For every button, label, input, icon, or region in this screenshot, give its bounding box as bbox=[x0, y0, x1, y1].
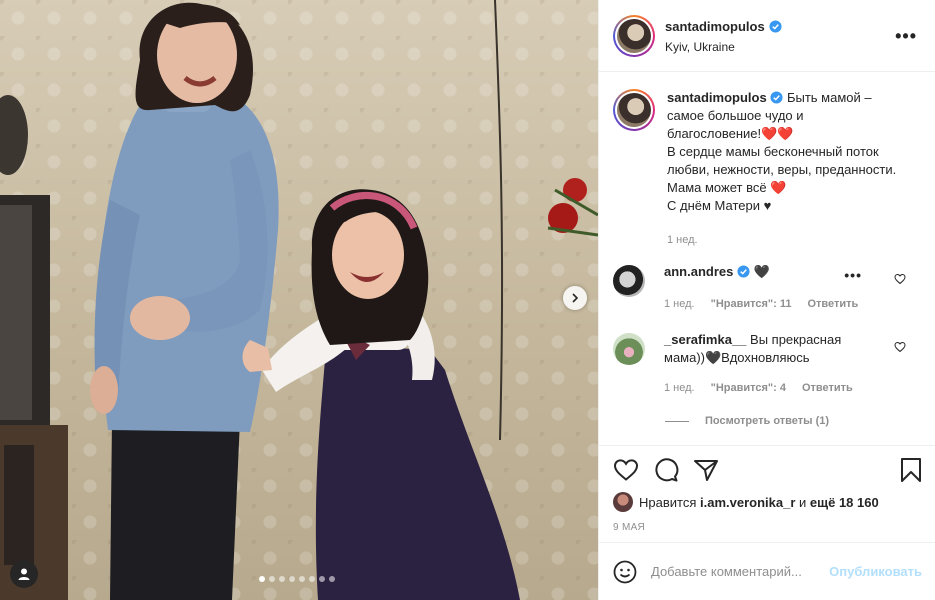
chevron-right-icon bbox=[572, 293, 579, 303]
caption-text: Быть мамой – самое большое чудо и благос… bbox=[667, 90, 897, 213]
heart-icon bbox=[613, 459, 639, 481]
comment-time[interactable]: 1 нед. bbox=[664, 379, 695, 397]
author-avatar[interactable] bbox=[613, 14, 655, 57]
replies-divider bbox=[665, 420, 689, 422]
post-location[interactable]: Kyiv, Ukraine bbox=[665, 40, 782, 54]
caption: santadimopulos Быть мамой – самое большо… bbox=[599, 73, 935, 249]
likes-prefix: Нравится bbox=[639, 494, 697, 510]
more-options-icon[interactable]: ••• bbox=[895, 26, 917, 47]
comment-item: ann.andres 🖤 1 нед. "Нравится": 11 Ответ… bbox=[599, 263, 935, 313]
likes-joiner: и bbox=[799, 494, 807, 510]
carousel-dot bbox=[289, 576, 295, 582]
author-username[interactable]: santadimopulos bbox=[665, 19, 765, 34]
emoji-button[interactable] bbox=[613, 560, 637, 584]
post-header: santadimopulos Kyiv, Ukraine ••• bbox=[599, 0, 935, 72]
likes-summary: Нравится i.am.veronika_r и ещё 18 160 bbox=[613, 492, 922, 512]
action-row bbox=[613, 454, 922, 486]
post-photo[interactable] bbox=[0, 0, 598, 600]
comments-list[interactable]: santadimopulos Быть мамой – самое большо… bbox=[599, 73, 935, 445]
like-button[interactable] bbox=[613, 458, 639, 482]
carousel-next-button[interactable] bbox=[563, 286, 587, 310]
carousel-dots bbox=[259, 576, 335, 582]
comment-input[interactable] bbox=[651, 564, 830, 579]
comment-body: _serafimka__ Вы прекрасная мама))🖤Вдохно… bbox=[664, 331, 874, 397]
save-button[interactable] bbox=[900, 457, 922, 483]
verified-badge-icon bbox=[737, 265, 750, 278]
comment-more-icon[interactable]: ••• bbox=[844, 267, 862, 283]
post-side-panel: santadimopulos Kyiv, Ukraine ••• santadi… bbox=[598, 0, 935, 600]
comment-like-heart-icon[interactable] bbox=[894, 341, 906, 353]
view-replies-label: Посмотреть ответы (1) bbox=[705, 415, 830, 427]
post-actions: Нравится i.am.veronika_r и ещё 18 160 9 … bbox=[599, 445, 935, 533]
post-date[interactable]: 9 МАЯ bbox=[613, 522, 922, 533]
carousel-dot bbox=[259, 576, 265, 582]
commenter-avatar[interactable] bbox=[613, 265, 645, 297]
user-tag-icon bbox=[18, 568, 30, 580]
liker-username[interactable]: i.am.veronika_r bbox=[700, 495, 795, 510]
caption-username[interactable]: santadimopulos bbox=[667, 90, 767, 105]
carousel-dot bbox=[269, 576, 275, 582]
photo-scene bbox=[0, 0, 598, 600]
add-comment-bar: Опубликовать bbox=[599, 542, 935, 600]
view-replies-button[interactable]: Посмотреть ответы (1) bbox=[665, 415, 935, 427]
comment-time[interactable]: 1 нед. bbox=[664, 295, 695, 313]
author-avatar-image bbox=[617, 18, 651, 53]
bookmark-icon bbox=[901, 458, 921, 482]
share-button[interactable] bbox=[693, 458, 719, 482]
comment-likes[interactable]: "Нравится": 11 bbox=[711, 295, 792, 313]
comment-likes[interactable]: "Нравится": 4 bbox=[711, 379, 786, 397]
carousel-dot bbox=[279, 576, 285, 582]
comment-button[interactable] bbox=[653, 457, 679, 483]
share-icon bbox=[694, 460, 718, 481]
verified-badge-icon bbox=[769, 19, 782, 33]
author-username-wrap: santadimopulos bbox=[665, 19, 782, 34]
comment-item: _serafimka__ Вы прекрасная мама))🖤Вдохно… bbox=[599, 331, 935, 397]
carousel-dot bbox=[299, 576, 305, 582]
comment-body: ann.andres 🖤 1 нед. "Нравится": 11 Ответ… bbox=[664, 263, 874, 313]
reply-button[interactable]: Ответить bbox=[807, 295, 858, 313]
user-tag-button[interactable] bbox=[10, 560, 38, 588]
caption-author-avatar[interactable] bbox=[613, 89, 655, 131]
carousel-dot bbox=[319, 576, 325, 582]
carousel-dot bbox=[329, 576, 335, 582]
comment-username[interactable]: _serafimka__ bbox=[664, 332, 746, 347]
liker-avatar[interactable] bbox=[613, 492, 633, 512]
author-info: santadimopulos Kyiv, Ukraine bbox=[665, 18, 782, 54]
comment-username[interactable]: ann.andres bbox=[664, 264, 733, 279]
caption-author-avatar-image bbox=[617, 93, 651, 127]
reply-button[interactable]: Ответить bbox=[802, 379, 853, 397]
publish-button[interactable]: Опубликовать bbox=[829, 564, 922, 579]
carousel-dot bbox=[309, 576, 315, 582]
comment-text: 🖤 bbox=[753, 264, 770, 279]
caption-time[interactable]: 1 нед. bbox=[667, 231, 698, 249]
commenter-avatar[interactable] bbox=[613, 333, 645, 365]
comment-like-heart-icon[interactable] bbox=[894, 273, 906, 285]
verified-badge-icon bbox=[770, 91, 783, 104]
comment-icon bbox=[655, 458, 679, 482]
likes-count-others[interactable]: ещё 18 160 bbox=[810, 495, 879, 510]
caption-body: santadimopulos Быть мамой – самое большо… bbox=[667, 89, 897, 249]
emoji-icon bbox=[613, 560, 637, 583]
